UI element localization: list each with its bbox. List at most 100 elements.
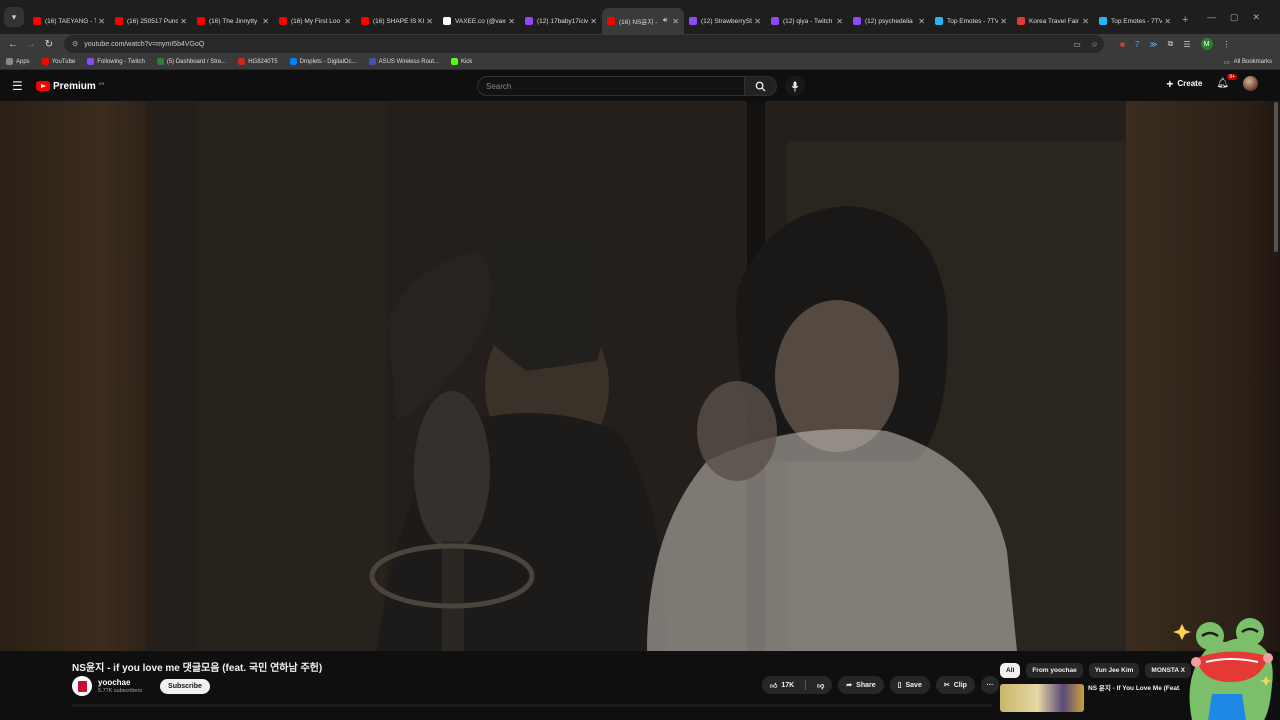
bookmark-favicon-icon [450, 58, 458, 65]
clip-button[interactable]: ✂ Clip [935, 676, 975, 694]
close-tab-icon[interactable]: ✕ [344, 17, 351, 26]
subscribe-button[interactable]: Subscribe [160, 678, 210, 694]
browser-tab[interactable]: VAXEE.co (@vaxe ✕ [438, 8, 520, 34]
browser-menu-icon[interactable]: ⋮ [1223, 40, 1231, 49]
minimize-icon[interactable]: — [1207, 12, 1216, 22]
maximize-icon[interactable]: ▢ [1230, 12, 1239, 23]
video-frame[interactable] [147, 101, 1126, 651]
close-tab-icon[interactable]: ✕ [918, 17, 925, 26]
channel-name[interactable]: yoochae [98, 678, 142, 687]
extension-red-icon[interactable]: ■ [1120, 40, 1125, 49]
cast-icon[interactable]: ▭ [1073, 40, 1081, 49]
new-tab-button[interactable]: + [1182, 14, 1188, 26]
close-tab-icon[interactable]: ✕ [262, 17, 269, 26]
close-tab-icon[interactable]: ✕ [754, 17, 761, 26]
bookmark-item[interactable]: Kick [450, 58, 472, 65]
like-button[interactable]: 👍︎ 17K [770, 681, 794, 690]
browser-tab[interactable]: Korea Travel Fair ✕ [1012, 8, 1094, 34]
reload-icon[interactable]: ↻ [40, 39, 58, 50]
account-avatar[interactable] [1243, 76, 1258, 91]
save-button[interactable]: ▯ Save [889, 676, 930, 694]
browser-tab[interactable]: (16) TAEYANG - T ✕ [28, 8, 110, 34]
site-info-icon[interactable]: ⚙ [72, 40, 78, 48]
logo-country-code: KR [98, 80, 105, 86]
filter-chip[interactable]: All [1000, 663, 1021, 678]
recommended-video[interactable]: NS 윤지 - If You Love Me (Feat. 주헌 (몬스타엑스)… [1000, 684, 1180, 712]
browser-tab[interactable]: (16) NS윤지 - 🔊︎ ✕ [602, 8, 684, 34]
browser-tab[interactable]: (16) My First Loo ✕ [274, 8, 356, 34]
browser-tab[interactable]: (12) qiya - Twitch ✕ [766, 8, 848, 34]
browser-tab[interactable]: (12) psychedelia ✕ [848, 8, 930, 34]
scrollbar-thumb[interactable] [1274, 102, 1278, 252]
recommended-title[interactable]: NS 윤지 - If You Love Me (Feat. 주헌 (몬스타엑스)… [1088, 684, 1180, 712]
dislike-button[interactable]: 👎︎ [817, 681, 824, 690]
close-tab-icon[interactable]: ✕ [1000, 17, 1007, 26]
bookmark-item[interactable]: ASUS Wireless Rout... [368, 58, 439, 65]
bookmark-item[interactable]: Droplets - DigitalOc... [289, 58, 357, 65]
search-button[interactable] [745, 76, 777, 96]
browser-tab[interactable]: (16) 250517 Punc ✕ [110, 8, 192, 34]
tab-groups-icon[interactable]: ☰ [1183, 40, 1190, 49]
voice-search-button[interactable] [785, 76, 805, 96]
bookmark-star-icon[interactable]: ☆ [1091, 40, 1098, 49]
create-button[interactable]: + Create [1166, 77, 1202, 91]
close-tab-icon[interactable]: ✕ [590, 17, 597, 26]
channel-avatar[interactable] [72, 676, 92, 696]
browser-tab[interactable]: (12) StrawberryStr ✕ [684, 8, 766, 34]
bookmark-item[interactable]: (5) Dashboard / Stre... [156, 58, 226, 65]
close-tab-icon[interactable]: ✕ [1082, 17, 1089, 26]
close-tab-icon[interactable]: ✕ [1164, 17, 1171, 26]
extension-bttv-icon[interactable]: ≫ [1149, 40, 1157, 49]
all-bookmarks-button[interactable]: ▭ All Bookmarks [1224, 54, 1272, 70]
browser-tab[interactable]: Top Emotes - 7TV ✕ [1094, 8, 1176, 34]
bookmark-label: Apps [16, 58, 30, 65]
close-tab-icon[interactable]: ✕ [672, 17, 679, 26]
url-bar[interactable]: ⚙ youtube.com/watch?v=mymI5b4VGoQ ▭ ☆ [64, 35, 1104, 53]
notifications-button[interactable]: 🔔︎ 9+ [1216, 74, 1237, 89]
audio-playing-icon[interactable]: 🔊︎ [663, 17, 667, 25]
extensions-puzzle-icon[interactable]: ⧉ [1168, 39, 1174, 49]
bookmark-item[interactable]: Following - Twitch [87, 58, 145, 65]
bookmark-item[interactable]: HG8240T5 [238, 58, 278, 65]
back-icon[interactable]: ← [4, 39, 22, 50]
close-tab-icon[interactable]: ✕ [508, 17, 515, 26]
bookmark-item[interactable]: Apps [6, 58, 30, 65]
close-tab-icon[interactable]: ✕ [98, 17, 105, 26]
browser-tab[interactable]: (16) SHAPE IS KIN ✕ [356, 8, 438, 34]
browser-tab[interactable]: (12) 17baby17iciv ✕ [520, 8, 602, 34]
video-player[interactable] [0, 101, 1280, 651]
recommended-thumbnail[interactable] [1000, 684, 1084, 712]
close-tab-icon[interactable]: ✕ [180, 17, 187, 26]
share-label: Share [856, 681, 876, 689]
close-tab-icon[interactable]: ✕ [426, 17, 433, 26]
extension-7tv-icon[interactable]: 7 [1135, 40, 1139, 49]
close-window-icon[interactable]: ✕ [1252, 12, 1260, 23]
more-horizontal-icon: ··· [986, 681, 994, 689]
youtube-icon [197, 17, 205, 25]
browser-profile-avatar[interactable]: M [1200, 38, 1213, 50]
menu-icon[interactable]: ☰ [12, 79, 26, 93]
masthead-actions: + Create 🔔︎ 9+ [1166, 74, 1258, 91]
video-details: NS윤지 - if you love me 댓글모음 (feat. 국민 연하남… [0, 651, 1280, 720]
forward-icon[interactable]: → [22, 39, 40, 50]
microphone-icon [791, 81, 799, 91]
filter-chip[interactable]: Yun Jee Kim [1088, 663, 1140, 678]
tab-title: Top Emotes - 7TV [947, 17, 999, 25]
more-actions-button[interactable]: ··· [980, 676, 999, 694]
browser-tab[interactable]: (16) The Jinnytty ✕ [192, 8, 274, 34]
close-tab-icon[interactable]: ✕ [836, 17, 843, 26]
scissors-icon: ✂ [943, 682, 950, 689]
tab-search-button[interactable]: ▾ [4, 7, 24, 27]
youtube-premium-logo[interactable]: Premium KR [36, 81, 104, 92]
like-divider [805, 680, 807, 690]
bookmark-favicon-icon [6, 58, 13, 65]
tab-title: (16) The Jinnytty [209, 17, 258, 25]
share-button[interactable]: ➦ Share [838, 676, 884, 694]
clip-label: Clip [953, 681, 967, 689]
search-input[interactable] [477, 76, 745, 96]
filter-chip[interactable]: From yoochae [1026, 663, 1083, 678]
twitch-icon [525, 17, 533, 25]
x-icon [443, 17, 451, 25]
browser-tab[interactable]: Top Emotes - 7TV ✕ [930, 8, 1012, 34]
bookmark-item[interactable]: YouTube [41, 58, 75, 65]
